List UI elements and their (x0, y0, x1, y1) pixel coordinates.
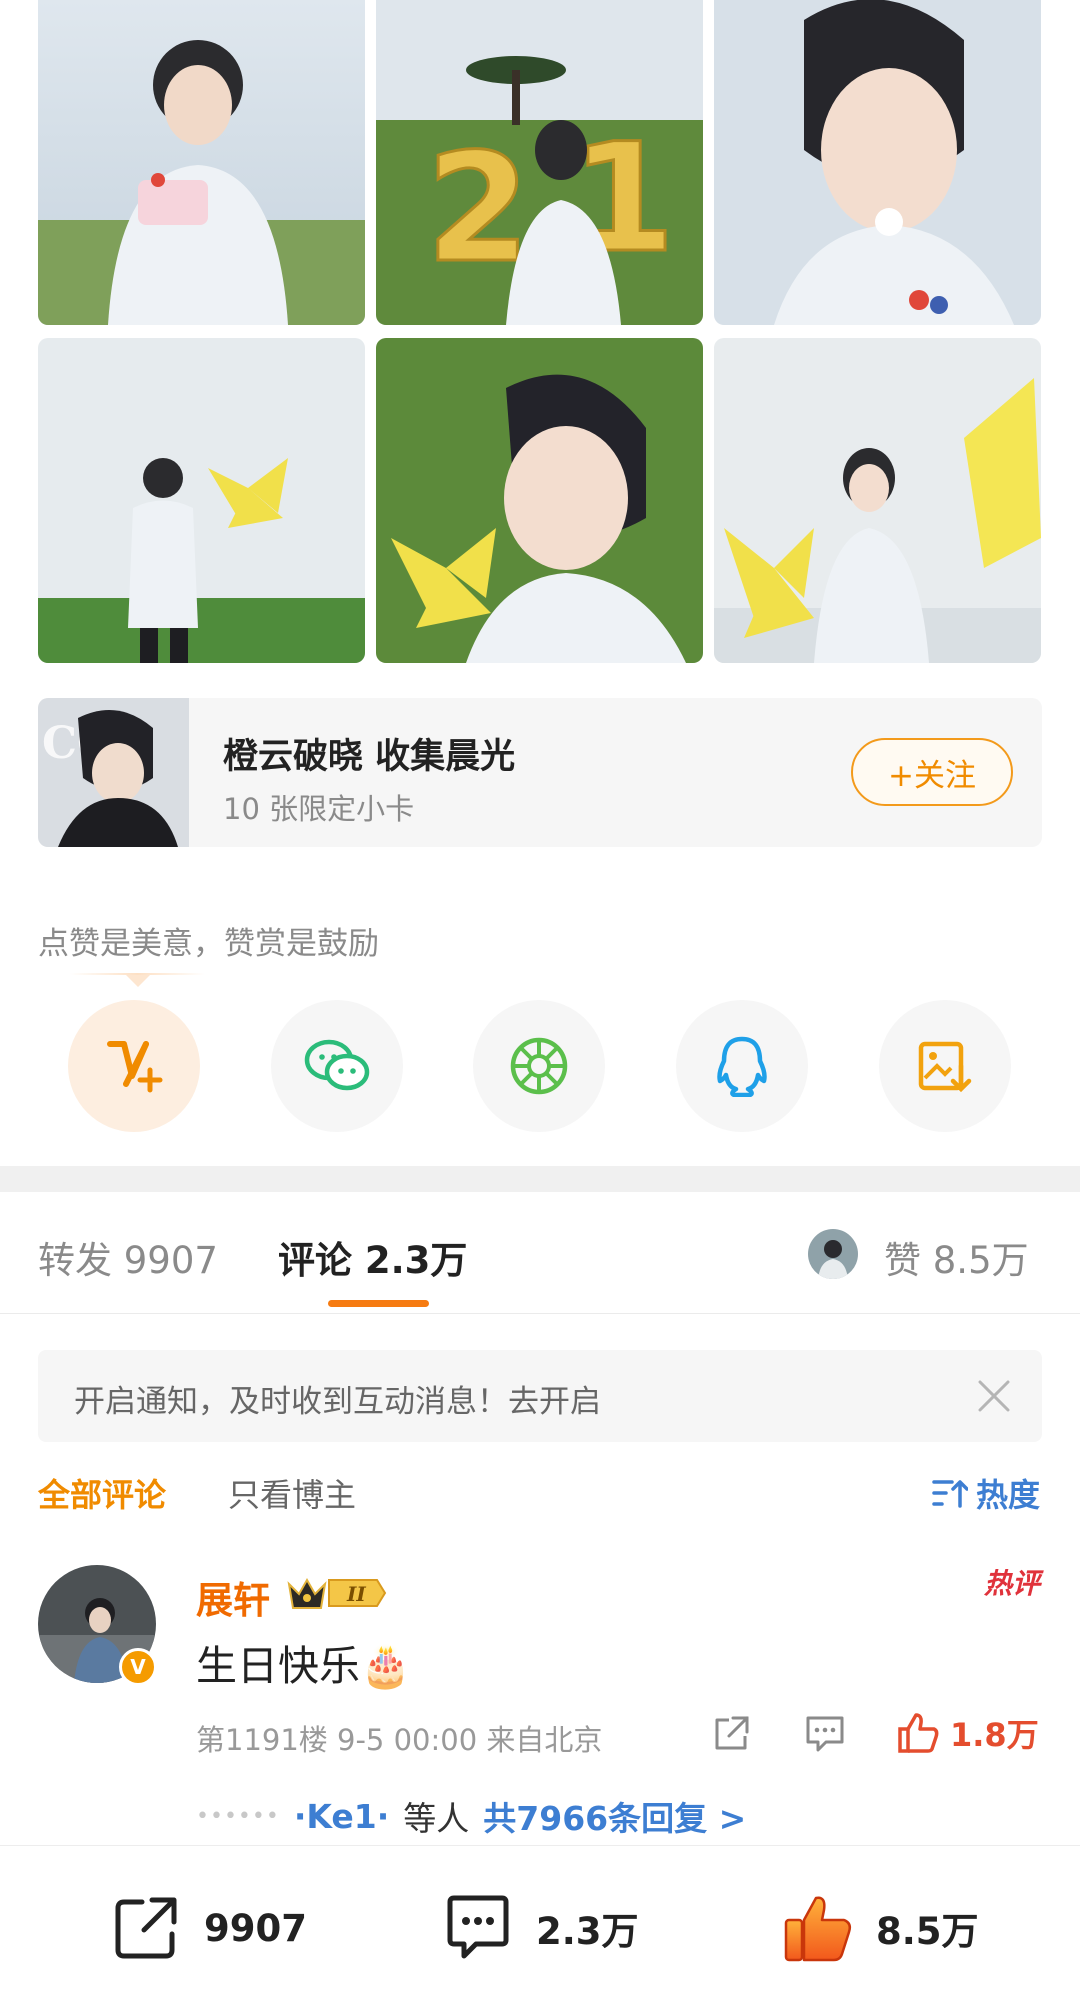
reply-icon[interactable] (804, 1714, 846, 1754)
photo-3[interactable] (714, 0, 1041, 325)
close-icon[interactable] (976, 1378, 1012, 1414)
tip-notch (126, 975, 150, 987)
moments-icon (510, 1037, 568, 1095)
share-icon[interactable] (711, 1714, 751, 1754)
comment-like-count: 1.8万 (950, 1716, 1039, 1754)
repost-count: 9907 (204, 1906, 307, 1950)
photo-5[interactable] (376, 338, 703, 663)
photo-6[interactable] (714, 338, 1041, 663)
repost-icon (115, 1897, 177, 1959)
wechat-button[interactable] (271, 1000, 403, 1132)
comment-icon (447, 1895, 509, 1959)
sort-label: 热度 (975, 1476, 1040, 1514)
thumbs-up-icon (898, 1713, 939, 1753)
engagement-tabs: 转发 9907 评论 2.3万 赞 8.5万 (0, 1192, 1080, 1314)
wechat-icon (304, 1039, 370, 1091)
comment-text: 生日快乐🎂 (196, 1642, 412, 1690)
verified-badge-icon: V (119, 1648, 157, 1686)
svg-text:II: II (346, 1582, 366, 1606)
filter-all-comments[interactable]: 全部评论 (38, 1470, 166, 1516)
sort-icon (932, 1480, 968, 1508)
comment-like-button[interactable]: 1.8万 (896, 1710, 1039, 1756)
bottom-action-bar: 9907 2.3万 8.5万 (0, 1845, 1080, 2011)
photo-4[interactable] (38, 338, 365, 663)
tab-comment[interactable]: 评论 2.3万 (278, 1230, 467, 1284)
collection-card[interactable]: CG 橙云破晓 收集晨光 10 张限定小卡 +关注 (38, 698, 1042, 847)
card-thumbnail: CG (38, 698, 189, 847)
liker-avatar (808, 1229, 858, 1279)
thread-mid: 等人 (403, 1799, 470, 1838)
card-subtitle: 10 张限定小卡 (223, 792, 415, 826)
save-image-button[interactable] (879, 1000, 1011, 1132)
moments-button[interactable] (473, 1000, 605, 1132)
qq-icon (717, 1036, 767, 1097)
notification-banner[interactable]: 开启通知，及时收到互动消息！去开启 (38, 1350, 1042, 1442)
photo-1[interactable] (38, 0, 365, 325)
qq-button[interactable] (676, 1000, 808, 1132)
like-button[interactable]: 8.5万 (782, 1888, 979, 1968)
tab-repost[interactable]: 转发 9907 (38, 1230, 218, 1284)
photo-grid: 2 1 (38, 0, 1042, 664)
follow-button[interactable]: +关注 (851, 738, 1013, 806)
tab-like[interactable]: 赞 8.5万 (884, 1230, 1029, 1284)
notification-text[interactable]: 开启通知，及时收到互动消息！去开启 (74, 1376, 601, 1421)
like-count: 8.5万 (876, 1910, 979, 1953)
v-plus-button[interactable] (68, 1000, 200, 1132)
comment-username[interactable]: 展轩 (196, 1570, 270, 1624)
encourage-text: 点赞是美意，赞赏是鼓励 (38, 926, 379, 962)
reply-thread-link[interactable]: •••••• ·Ke1· 等人 共7966条回复 > (196, 1792, 746, 1840)
save-image-icon (918, 1041, 972, 1093)
active-tab-indicator (328, 1300, 429, 1307)
photo-2[interactable]: 2 1 (376, 0, 703, 325)
thumbs-up-filled-icon (784, 1896, 852, 1962)
repost-button[interactable]: 9907 (110, 1888, 307, 1968)
hot-comment-tag: 热评 (983, 1567, 1040, 1600)
share-row (68, 1000, 1014, 1132)
v-plus-icon (107, 1041, 163, 1093)
thread-dots: •••••• (196, 1803, 280, 1829)
thread-count[interactable]: 共7966条回复 > (483, 1792, 746, 1840)
sort-by-hot-button[interactable]: 热度 (932, 1470, 1040, 1516)
section-divider (0, 1166, 1080, 1192)
filter-author-only[interactable]: 只看博主 (228, 1470, 356, 1516)
comment-count: 2.3万 (536, 1910, 639, 1953)
comment-filter-row: 全部评论 只看博主 热度 (0, 1465, 1080, 1525)
crown-level-badge-icon: II (287, 1577, 387, 1609)
comment-meta: 第1191楼 9-5 00:00 来自北京 (196, 1723, 603, 1757)
comment-button[interactable]: 2.3万 (442, 1888, 639, 1968)
card-title: 橙云破晓 收集晨光 (223, 737, 516, 777)
thread-user[interactable]: ·Ke1· (294, 1797, 389, 1836)
